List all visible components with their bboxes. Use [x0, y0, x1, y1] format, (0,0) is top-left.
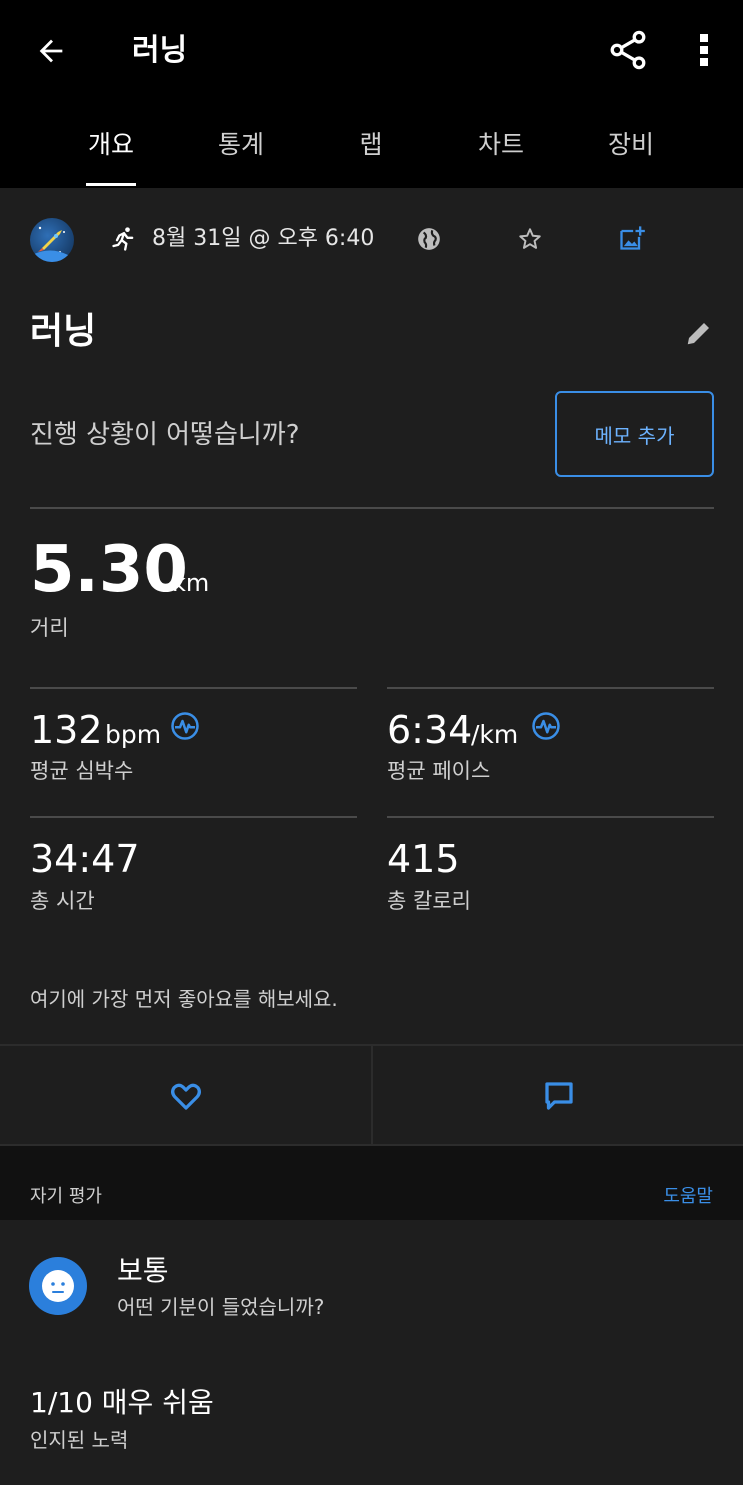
globe-icon	[418, 228, 440, 250]
feeling-value[interactable]: 보통	[117, 1253, 169, 1289]
more-vertical-icon	[700, 34, 708, 66]
pencil-icon	[687, 323, 709, 345]
progress-prompt: 진행 상황이 어떻습니까?	[30, 420, 300, 450]
perceived-effort-label: 인지된 노력	[30, 1428, 129, 1452]
total-time-label: 총 시간	[30, 889, 95, 913]
feeling-prompt: 어떤 기분이 들었습니까?	[117, 1295, 325, 1319]
total-time-value: 34:47	[30, 837, 140, 881]
star-icon	[519, 228, 541, 249]
comment-button[interactable]	[373, 1046, 743, 1146]
pace-pulse-icon	[532, 712, 560, 740]
tab-bar: 개요 통계 랩 차트 장비	[0, 100, 743, 188]
feeling-button[interactable]	[29, 1257, 87, 1315]
active-tab-indicator	[86, 183, 136, 186]
divider	[30, 816, 357, 818]
social-action-bar	[0, 1044, 743, 1146]
heart-icon	[170, 1083, 201, 1110]
activity-name: 러닝	[30, 311, 97, 352]
more-button[interactable]	[690, 28, 718, 72]
divider	[30, 507, 714, 509]
running-icon	[110, 224, 138, 254]
like-button[interactable]	[0, 1046, 371, 1146]
like-prompt: 여기에 가장 먼저 좋아요를 해보세요.	[30, 987, 338, 1011]
distance-label: 거리	[30, 616, 69, 640]
comment-icon	[544, 1082, 573, 1110]
section-title: 자기 평가	[30, 1186, 102, 1207]
perceived-effort-value[interactable]: 1/10 매우 쉬움	[30, 1384, 214, 1422]
divider	[387, 816, 714, 818]
tab-laps[interactable]: 랩	[311, 128, 431, 162]
distance-unit: km	[172, 569, 210, 597]
divider	[387, 687, 714, 689]
back-button[interactable]	[30, 30, 72, 72]
avg-hr-label: 평균 심박수	[30, 759, 134, 783]
total-calories-value: 415	[387, 837, 460, 881]
neutral-face-icon	[42, 1270, 74, 1302]
activity-meta: 8월 31일 @ 오후 6:40	[0, 210, 743, 270]
distance-value: 5.30	[30, 533, 188, 607]
share-button[interactable]	[606, 28, 650, 72]
rocket-avatar-icon	[34, 226, 70, 262]
add-photo-button[interactable]	[618, 224, 646, 252]
activity-date: 8월 31일 @ 오후 6:40	[152, 226, 375, 251]
page-title: 러닝	[132, 33, 188, 68]
tab-overview[interactable]: 개요	[51, 128, 171, 162]
add-photo-icon	[620, 226, 645, 250]
avg-pace-label: 평균 페이스	[387, 759, 491, 783]
favorite-button[interactable]	[517, 226, 543, 252]
edit-name-button[interactable]	[684, 318, 714, 348]
avg-pace-unit: /km	[471, 720, 519, 749]
tab-stats[interactable]: 통계	[181, 128, 301, 162]
add-memo-button[interactable]: 메모 추가	[555, 391, 714, 477]
share-icon	[610, 30, 646, 70]
arrow-left-icon	[39, 39, 63, 63]
avg-hr-unit: bpm	[105, 720, 162, 749]
tab-charts[interactable]: 차트	[441, 128, 561, 162]
total-calories-label: 총 칼로리	[387, 889, 471, 913]
heart-rate-pulse-icon	[171, 712, 199, 740]
pace-detail-button[interactable]	[531, 711, 561, 741]
avg-hr-value: 132	[30, 708, 103, 752]
hr-detail-button[interactable]	[170, 711, 200, 741]
app-bar: 러닝	[0, 0, 743, 100]
avg-pace-value: 6:34	[387, 708, 473, 752]
avatar[interactable]	[30, 218, 74, 262]
divider	[30, 687, 357, 689]
privacy-button[interactable]	[416, 226, 442, 252]
help-link[interactable]: 도움말	[663, 1184, 713, 1210]
self-evaluation-header: 자기 평가 도움말	[0, 1146, 743, 1220]
tab-gear[interactable]: 장비	[571, 128, 691, 162]
